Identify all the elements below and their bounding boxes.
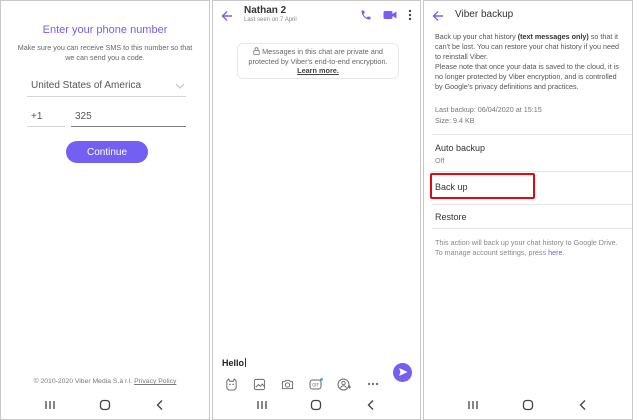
- note-end: .: [562, 247, 565, 257]
- system-nav-bar: [424, 391, 632, 419]
- google-drive-note: This action will back up your chat histo…: [435, 238, 620, 258]
- chat-header: Nathan 2 Last seen on 7 April: [213, 1, 420, 31]
- sticker-icon[interactable]: [224, 377, 238, 391]
- send-button[interactable]: [393, 363, 412, 382]
- text-cursor: [245, 358, 247, 367]
- add-contact-icon[interactable]: [337, 377, 352, 391]
- phone-number-input[interactable]: 325: [71, 107, 186, 127]
- divider: [432, 171, 632, 172]
- backup-screen: Viber backup Back up your chat history (…: [423, 0, 633, 420]
- back-arrow-icon[interactable]: [432, 9, 444, 21]
- cloud-privacy-note: Please note that once your data is saved…: [435, 62, 619, 91]
- divider: [432, 134, 632, 135]
- lock-icon: [253, 47, 262, 56]
- phone-call-icon[interactable]: [360, 8, 372, 22]
- encryption-text: Messages in this chat are private and pr…: [248, 47, 388, 66]
- encryption-notice: Messages in this chat are private and pr…: [237, 43, 399, 79]
- restore-button[interactable]: Restore: [435, 212, 467, 222]
- privacy-policy-link[interactable]: Privacy Policy: [134, 378, 176, 385]
- home-icon[interactable]: [308, 397, 324, 413]
- gallery-icon[interactable]: [252, 377, 266, 391]
- nav-back-icon[interactable]: [152, 397, 168, 413]
- country-select[interactable]: United States of America: [27, 75, 186, 97]
- back-arrow-icon[interactable]: [221, 9, 233, 21]
- last-backup-text: Last backup: 06/04/2020 at 15:15: [435, 105, 542, 114]
- chevron-down-icon: [170, 78, 186, 94]
- note-text: This action will back up your chat histo…: [435, 238, 618, 257]
- learn-more-link[interactable]: Learn more.: [297, 66, 339, 75]
- backup-header: Viber backup: [424, 1, 632, 27]
- chat-screen: Nathan 2 Last seen on 7 April Messages i…: [212, 0, 421, 420]
- backup-desc-start: Back up your chat history: [435, 32, 518, 41]
- country-value: United States of America: [31, 80, 142, 91]
- copyright-text: © 2010-2020 Viber Media S.à r.l.: [33, 378, 133, 385]
- home-icon[interactable]: [520, 397, 536, 413]
- auto-backup-value: Off: [435, 156, 445, 165]
- recent-apps-icon[interactable]: [254, 397, 270, 413]
- gif-icon[interactable]: GIF: [309, 377, 324, 391]
- svg-text:GIF: GIF: [312, 382, 319, 387]
- video-call-icon[interactable]: [383, 8, 397, 22]
- here-link[interactable]: here: [548, 248, 562, 257]
- footer: © 2010-2020 Viber Media S.à r.l. Privacy…: [1, 378, 209, 385]
- backup-description: Back up your chat history (text messages…: [435, 32, 624, 61]
- recent-apps-icon[interactable]: [465, 397, 481, 413]
- system-nav-bar: [1, 391, 209, 419]
- more-vert-icon[interactable]: [407, 8, 413, 22]
- divider: [432, 228, 632, 229]
- last-seen-status: Last seen on 7 April: [244, 17, 297, 23]
- more-horiz-icon[interactable]: [366, 377, 380, 391]
- backup-info: Last backup: 06/04/2020 at 15:15 Size: 9…: [435, 105, 542, 126]
- backup-size-text: Size: 9.4 KB: [435, 115, 475, 125]
- continue-button[interactable]: Continue: [66, 141, 148, 163]
- message-input-text: Hello: [222, 358, 245, 368]
- system-nav-bar: [213, 391, 420, 419]
- auto-backup-option[interactable]: Auto backup: [435, 143, 485, 153]
- recent-apps-icon[interactable]: [42, 397, 58, 413]
- page-title: Enter your phone number: [42, 24, 168, 36]
- message-input[interactable]: Hello: [222, 358, 247, 368]
- contact-name[interactable]: Nathan 2: [244, 5, 286, 16]
- registration-description: Make sure you can receive SMS to this nu…: [17, 43, 193, 62]
- nav-back-icon[interactable]: [575, 397, 591, 413]
- registration-screen: Enter your phone number Make sure you ca…: [0, 0, 210, 420]
- backup-desc-bold: (text messages only): [517, 32, 589, 41]
- nav-back-icon[interactable]: [363, 397, 379, 413]
- page-title: Viber backup: [455, 9, 514, 20]
- country-code-field[interactable]: +1: [27, 107, 65, 127]
- divider: [432, 204, 632, 205]
- send-icon: [398, 364, 408, 382]
- camera-icon[interactable]: [281, 377, 295, 391]
- highlight-box: [430, 173, 535, 199]
- home-icon[interactable]: [97, 397, 113, 413]
